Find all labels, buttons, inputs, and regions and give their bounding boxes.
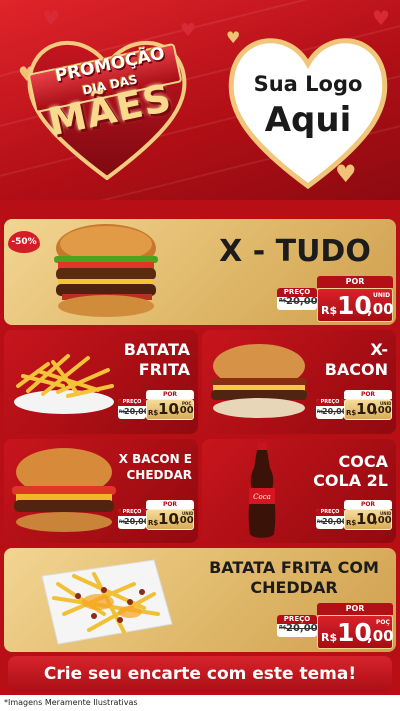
price-tag-coca: POR PREÇO R$ 20,00 R$ 10 ,00 UNID bbox=[316, 500, 393, 534]
currency: R$ bbox=[148, 519, 159, 527]
product-name-xtudo: X - TUDO bbox=[219, 234, 371, 269]
cheddar-fries-image bbox=[41, 559, 173, 645]
preco-label: PREÇO bbox=[316, 399, 344, 406]
product-name-coca-2: COLA 2L bbox=[313, 471, 388, 490]
old-price: 20,00 bbox=[286, 296, 318, 307]
burger-xbacon-image bbox=[211, 344, 307, 418]
price-tag-batata: POR PREÇO R$ 20,00 R$ 10 ,00 POÇ bbox=[118, 390, 195, 424]
price-unit: UNID bbox=[380, 511, 392, 516]
disclaimer-text: *Imagens Meramente Ilustrativas bbox=[0, 695, 400, 711]
burger-xtudo-image bbox=[54, 224, 158, 317]
product-name-batata-2: FRITA bbox=[138, 360, 190, 379]
price-cents: ,00 bbox=[374, 515, 392, 526]
product-name-batatacheddar-2: CHEDDAR bbox=[250, 578, 338, 597]
heart-icon: ♥ bbox=[42, 6, 60, 30]
price-unit: POÇ bbox=[182, 401, 192, 406]
product-name-batata-1: BATATA bbox=[123, 340, 190, 359]
por-label: POR bbox=[344, 500, 392, 509]
price-unit: UNID bbox=[373, 292, 391, 299]
preco-label: PREÇO bbox=[316, 509, 344, 516]
price-unit: UNID bbox=[380, 401, 392, 406]
por-label: POR bbox=[344, 390, 392, 399]
product-name-xbacon-1: X- bbox=[370, 340, 388, 359]
discount-badge: -50% bbox=[8, 231, 40, 253]
currency: R$ bbox=[321, 631, 338, 644]
por-label: POR bbox=[317, 603, 393, 615]
price-cents: ,00 bbox=[367, 627, 394, 645]
currency: R$ bbox=[346, 409, 357, 417]
product-name-xbaconcheddar-2: CHEDDAR bbox=[126, 468, 193, 482]
price-unit: UNID bbox=[182, 511, 194, 516]
currency: R$ bbox=[148, 409, 159, 417]
currency: R$ bbox=[321, 304, 338, 317]
price-tag-xtudo: POR PREÇO R$ 20,00 R$ 10 ,00 UNID bbox=[277, 276, 394, 322]
price-cents: ,00 bbox=[367, 300, 394, 318]
coca-bottle-image: Coca bbox=[248, 442, 276, 538]
price-unit: POÇ bbox=[376, 619, 390, 626]
product-name-xbacon-2: BACON bbox=[324, 360, 388, 379]
old-price: 20,00 bbox=[286, 623, 318, 634]
product-name-coca-1: COCA bbox=[338, 452, 388, 471]
price-cents: ,00 bbox=[176, 405, 194, 416]
cta-banner[interactable]: Crie seu encarte com este tema! bbox=[8, 656, 392, 692]
preco-label: PREÇO bbox=[118, 509, 146, 516]
product-name-batatacheddar-1: BATATA FRITA COM bbox=[209, 558, 379, 577]
product-name-xbaconcheddar-1: X BACON E bbox=[118, 452, 192, 466]
por-label: POR bbox=[317, 276, 393, 288]
fries-image bbox=[14, 354, 114, 414]
price-cents: ,00 bbox=[176, 515, 194, 526]
price-tag-xbacon: POR PREÇO R$ 20,00 R$ 10 ,00 UNID bbox=[316, 390, 393, 424]
currency: R$ bbox=[346, 519, 357, 527]
price-cents: ,00 bbox=[374, 405, 392, 416]
svg-text:Coca: Coca bbox=[253, 493, 271, 501]
preco-label: PREÇO bbox=[118, 399, 146, 406]
logo-placeholder-line1: Sua Logo bbox=[253, 72, 363, 96]
por-label: POR bbox=[146, 390, 194, 399]
header-banner: ♥ ♥ ♥ ♥ ♥ ♥ ♥ PROMOÇÃO DIA DAS MÃES Sua … bbox=[0, 0, 400, 200]
por-label: POR bbox=[146, 500, 194, 509]
logo-placeholder-line2: Aqui bbox=[264, 100, 352, 140]
price-tag-batatacheddar: POR PREÇO R$ 20,00 R$ 10 ,00 POÇ bbox=[277, 603, 394, 649]
price-tag-xbaconcheddar: POR PREÇO R$ 20,00 R$ 10 ,00 UNID bbox=[118, 500, 195, 534]
